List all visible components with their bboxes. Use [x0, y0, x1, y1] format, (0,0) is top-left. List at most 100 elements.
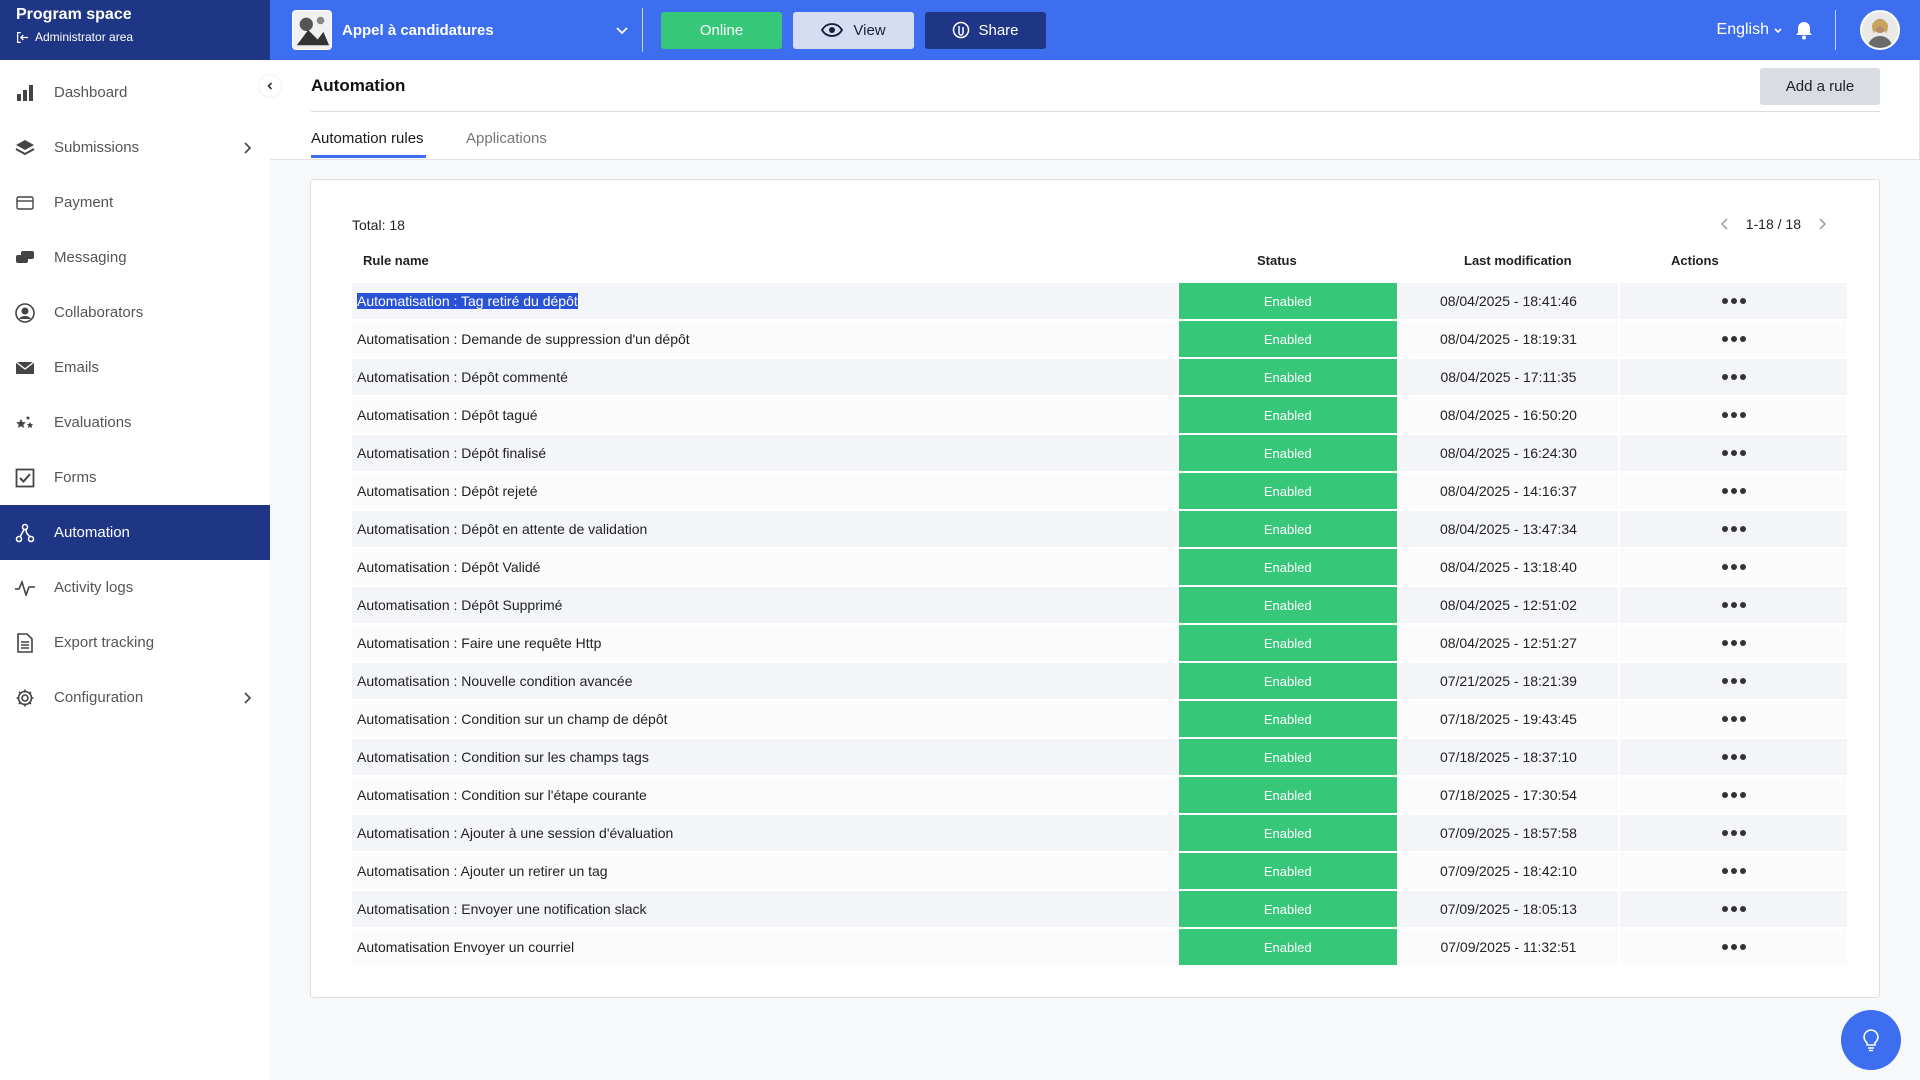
status-badge: Enabled: [1178, 587, 1397, 623]
table-row[interactable]: Automatisation : Dépôt commenté Enabled 08…: [352, 359, 1847, 397]
row-actions-button[interactable]: [1620, 321, 1847, 357]
row-actions-button[interactable]: [1620, 815, 1847, 851]
help-button[interactable]: [1841, 1010, 1901, 1070]
table-row[interactable]: Automatisation : Dépôt Validé Enabled 08/0…: [352, 549, 1847, 587]
bell-icon[interactable]: [1793, 19, 1815, 41]
column-header-last-modification[interactable]: Last modification: [1464, 253, 1572, 268]
more-horizontal-icon: [1721, 678, 1746, 684]
column-header-status[interactable]: Status: [1257, 253, 1297, 268]
table-row[interactable]: Automatisation : Dépôt rejeté Enabled 08/0…: [352, 473, 1847, 511]
table-row[interactable]: Automatisation : Nouvelle condition avan…: [352, 663, 1847, 701]
row-actions-button[interactable]: [1620, 359, 1847, 395]
row-actions-button[interactable]: [1620, 663, 1847, 699]
program-selector[interactable]: Appel à candidatures: [270, 8, 643, 52]
rule-name-cell[interactable]: Automatisation : Dépôt Supprimé: [352, 587, 1177, 623]
row-actions-button[interactable]: [1620, 549, 1847, 585]
table-row[interactable]: Automatisation : Faire une requête Http E…: [352, 625, 1847, 663]
last-modification-cell: 08/04/2025 - 16:50:20: [1398, 397, 1619, 433]
last-modification: 08/04/2025 - 12:51:02: [1439, 597, 1577, 613]
sidebar-item-forms[interactable]: Forms: [0, 450, 270, 505]
rule-name-cell[interactable]: Automatisation : Dépôt finalisé: [352, 435, 1177, 471]
last-modification-cell: 08/04/2025 - 16:24:30: [1398, 435, 1619, 471]
status-badge: Enabled: [1178, 815, 1397, 851]
chevron-left-icon[interactable]: [1718, 217, 1732, 231]
row-actions-button[interactable]: [1620, 511, 1847, 547]
table-row[interactable]: Automatisation : Demande de suppression …: [352, 321, 1847, 359]
table-row[interactable]: Automatisation : Condition sur les champ…: [352, 739, 1847, 777]
tab-automation-rules[interactable]: Automation rules: [311, 130, 424, 147]
column-header-rule-name[interactable]: Rule name: [363, 253, 429, 268]
table-row[interactable]: Automatisation : Dépôt Supprimé Enabled 08…: [352, 587, 1847, 625]
row-actions-button[interactable]: [1620, 739, 1847, 775]
sidebar-item-payment[interactable]: Payment: [0, 175, 270, 230]
collapse-sidebar-button[interactable]: [259, 75, 281, 97]
rule-name-cell[interactable]: Automatisation : Demande de suppression …: [352, 321, 1177, 357]
last-modification-cell: 07/09/2025 - 18:05:13: [1398, 891, 1619, 927]
rule-name-cell[interactable]: Automatisation : Faire une requête Http: [352, 625, 1177, 661]
language-label: English: [1716, 21, 1769, 38]
rule-name-cell[interactable]: Automatisation : Ajouter un retirer un t…: [352, 853, 1177, 889]
sidebar-item-emails[interactable]: Emails: [0, 340, 270, 395]
row-actions-button[interactable]: [1620, 777, 1847, 813]
table-row[interactable]: Automatisation : Dépôt finalisé Enabled 08…: [352, 435, 1847, 473]
last-modification: 08/04/2025 - 16:50:20: [1439, 407, 1577, 423]
status-badge: Enabled: [1178, 549, 1397, 585]
table-row[interactable]: Automatisation : Condition sur l'étape c…: [352, 777, 1847, 815]
rule-name-cell[interactable]: Automatisation : Envoyer une notificatio…: [352, 891, 1177, 927]
row-actions-button[interactable]: [1620, 283, 1847, 319]
row-actions-button[interactable]: [1620, 435, 1847, 471]
rule-name-cell[interactable]: Automatisation : Nouvelle condition avan…: [352, 663, 1177, 699]
sidebar-item-dashboard[interactable]: Dashboard: [0, 65, 270, 120]
rule-name-cell[interactable]: Automatisation : Condition sur les champ…: [352, 739, 1177, 775]
rule-name-cell[interactable]: Automatisation : Dépôt rejeté: [352, 473, 1177, 509]
administrator-area-link[interactable]: Administrator area: [16, 30, 270, 44]
rule-name-cell[interactable]: Automatisation : Tag retiré du dépôt: [352, 283, 1177, 319]
row-actions-button[interactable]: [1620, 625, 1847, 661]
chevron-right-icon[interactable]: [1815, 217, 1829, 231]
rule-name-cell[interactable]: Automatisation : Dépôt Validé: [352, 549, 1177, 585]
table-row[interactable]: Automatisation : Tag retiré du dépôt Enab…: [352, 283, 1847, 321]
table-row[interactable]: Automatisation : Ajouter à une session d…: [352, 815, 1847, 853]
language-selector[interactable]: English: [1717, 21, 1783, 39]
table-row[interactable]: Automatisation : Condition sur un champ …: [352, 701, 1847, 739]
sidebar-item-messaging[interactable]: Messaging: [0, 230, 270, 285]
more-horizontal-icon: [1721, 450, 1746, 456]
avatar[interactable]: [1860, 10, 1900, 50]
table-row[interactable]: Automatisation : Dépôt tagué Enabled 08/04…: [352, 397, 1847, 435]
row-actions-button[interactable]: [1620, 397, 1847, 433]
rule-name-cell[interactable]: Automatisation : Condition sur l'étape c…: [352, 777, 1177, 813]
sidebar-item-automation[interactable]: Automation: [0, 505, 270, 560]
sidebar-item-activity-logs[interactable]: Activity logs: [0, 560, 270, 615]
row-actions-button[interactable]: [1620, 929, 1847, 965]
table-row[interactable]: Automatisation Envoyer un courriel Enable…: [352, 929, 1847, 967]
online-button[interactable]: Online: [661, 11, 782, 49]
rule-name-cell[interactable]: Automatisation : Condition sur un champ …: [352, 701, 1177, 737]
table-row[interactable]: Automatisation : Dépôt en attente de val…: [352, 511, 1847, 549]
share-button[interactable]: Share: [925, 11, 1046, 49]
rule-name-cell[interactable]: Automatisation : Dépôt tagué: [352, 397, 1177, 433]
row-actions-button[interactable]: [1620, 701, 1847, 737]
row-actions-button[interactable]: [1620, 587, 1847, 623]
rule-name: Automatisation : Dépôt Supprimé: [357, 597, 563, 613]
sidebar-item-configuration[interactable]: Configuration: [0, 670, 270, 725]
bar-chart-icon: [14, 82, 36, 104]
table-row[interactable]: Automatisation : Ajouter un retirer un t…: [352, 853, 1847, 891]
rule-name-cell[interactable]: Automatisation : Ajouter à une session d…: [352, 815, 1177, 851]
rule-name-cell[interactable]: Automatisation : Dépôt en attente de val…: [352, 511, 1177, 547]
row-actions-button[interactable]: [1620, 853, 1847, 889]
sidebar-item-submissions[interactable]: Submissions: [0, 120, 270, 175]
add-rule-button[interactable]: Add a rule: [1760, 68, 1880, 105]
table-row[interactable]: Automatisation : Envoyer une notificatio…: [352, 891, 1847, 929]
rule-name-cell[interactable]: Automatisation : Dépôt commenté: [352, 359, 1177, 395]
view-button[interactable]: View: [793, 11, 914, 49]
tab-applications[interactable]: Applications: [466, 130, 547, 147]
row-actions-button[interactable]: [1620, 891, 1847, 927]
more-horizontal-icon: [1721, 944, 1746, 950]
sidebar-item-collaborators[interactable]: Collaborators: [0, 285, 270, 340]
chevron-left-icon: [267, 82, 273, 90]
row-actions-button[interactable]: [1620, 473, 1847, 509]
rule-name-cell[interactable]: Automatisation Envoyer un courriel: [352, 929, 1177, 965]
rule-name: Automatisation Envoyer un courriel: [357, 939, 575, 955]
sidebar-item-evaluations[interactable]: Evaluations: [0, 395, 270, 450]
sidebar-item-export-tracking[interactable]: Export tracking: [0, 615, 270, 670]
